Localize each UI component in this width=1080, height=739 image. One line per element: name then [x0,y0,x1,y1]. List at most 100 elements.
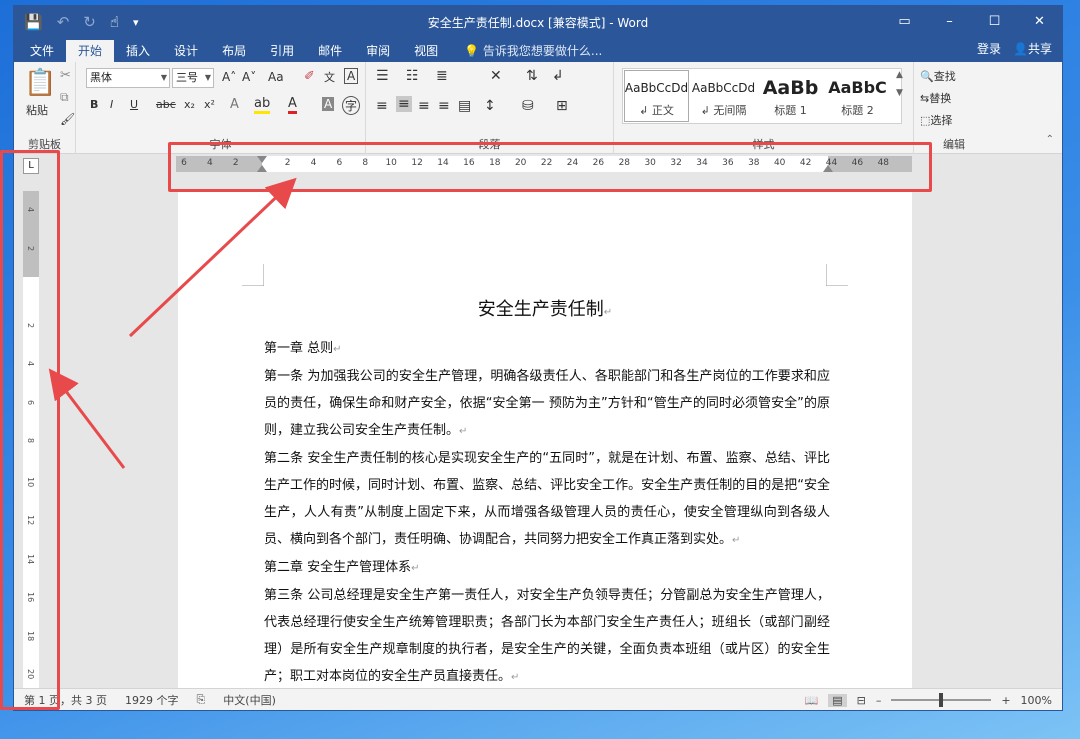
tab-1[interactable]: 开始 [66,40,115,62]
minimize-button[interactable]: – [927,6,972,38]
chapter-heading: 第二章 安全生产管理体系↵ [264,554,830,582]
style-normal[interactable]: AaBbCcDd ↲ 正文 [623,69,690,123]
gallery-up-icon[interactable]: ▲ [896,70,903,80]
numbering-icon[interactable]: ☷ [406,68,419,84]
read-mode-icon[interactable]: 📖 [805,694,819,707]
paragraph-text: 第一条 为加强我公司的安全生产管理，明确各级责任人、各职能部门和各生产岗位的工作… [264,369,830,438]
web-layout-icon[interactable]: ⊟ [857,694,866,707]
hanging-indent-marker[interactable] [257,165,267,172]
align-right-icon[interactable]: ≡ [418,98,430,114]
font-name-combo[interactable]: 黑体 ▼ [86,68,170,88]
line-spacing-icon[interactable]: ↕ [484,98,496,114]
editing-group: 🔍查找 ⇆替换 ⬚选择 编辑 [914,62,994,154]
language[interactable]: 中文(中国) [223,692,276,708]
login-link[interactable]: 登录 [977,38,1001,60]
document-title: 安全生产责任制↵ [178,295,912,321]
word-window: 💾 ↶ ↻ ☝ ▾ 安全生产责任制.docx [兼容模式] - Word ▭ –… [14,6,1062,710]
subscript-button[interactable]: x₂ [184,98,195,111]
ruler-tick-label: 2 [232,158,239,168]
tab-selector[interactable]: L [23,158,39,174]
strikethrough-button[interactable]: abc [156,98,176,111]
style-name: ↲ 无间隔 [700,104,747,117]
replace-button[interactable]: ⇆替换 [920,90,951,106]
show-marks-icon[interactable]: ↲ [552,68,564,84]
ruler-tick-label: 16 [463,158,475,168]
close-button[interactable]: ✕ [1017,6,1062,38]
ribbon-display-button[interactable]: ▭ [882,6,927,38]
highlight-icon[interactable]: ab [254,96,271,114]
shading-icon[interactable]: ⛁ [522,98,534,114]
borders-icon[interactable]: ⊞ [556,98,568,114]
align-center-icon[interactable]: ≡ [396,96,412,112]
maximize-button[interactable]: ☐ [972,6,1017,38]
zoom-level[interactable]: 100% [1021,694,1052,707]
bullets-icon[interactable]: ☰ [376,68,389,84]
chapter-heading: 第一章 总则↵ [264,335,830,363]
tab-0[interactable]: 文件 [18,40,66,62]
underline-button[interactable]: U [130,98,138,111]
paragraph-mark: ↵ [411,563,420,574]
ruler-tick-label: 4 [310,158,317,168]
tab-4[interactable]: 布局 [210,40,258,62]
align-left-icon[interactable]: ≡ [376,98,388,114]
superscript-button[interactable]: x² [204,98,215,111]
paragraph-mark: ↵ [603,307,613,318]
shrink-font-button[interactable]: A˅ [242,70,256,84]
change-case-button[interactable]: Aa [268,70,284,84]
document-body[interactable]: 第一章 总则↵ 第一条 为加强我公司的安全生产管理，明确各级责任人、各职能部门和… [264,335,830,691]
share-button[interactable]: 👤共享 [1013,38,1052,60]
grow-font-button[interactable]: A˄ [222,70,236,84]
find-button[interactable]: 🔍查找 [920,68,956,84]
tab-8[interactable]: 视图 [402,40,450,62]
text-effects-icon[interactable]: A [230,97,239,112]
style-preview: AaBbCcDd [624,81,689,95]
zoom-slider-thumb[interactable] [939,693,944,707]
zoom-out-button[interactable]: – [876,694,882,707]
font-size-combo[interactable]: 三号 ▼ [172,68,214,88]
clear-format-icon[interactable]: ✐ [304,69,315,84]
justify-icon[interactable]: ≡ [438,98,450,114]
paste-icon[interactable]: 📋 [24,68,56,98]
tab-2[interactable]: 插入 [114,40,162,62]
tab-6[interactable]: 邮件 [306,40,354,62]
char-shading-icon[interactable]: A [322,97,335,111]
zoom-in-button[interactable]: + [1001,694,1010,707]
paragraph-mark: ↵ [333,344,342,355]
document-page[interactable]: 安全生产责任制↵ 第一章 总则↵ 第一条 为加强我公司的安全生产管理，明确各级责… [178,190,912,690]
paragraph-text: 第一章 总则 [264,341,334,356]
format-painter-icon[interactable]: 🖌 [60,112,75,126]
cut-icon[interactable]: ✂ [60,68,71,83]
tab-3[interactable]: 设计 [162,40,210,62]
italic-button[interactable]: I [110,98,113,111]
zoom-slider[interactable] [891,693,992,707]
multilevel-list-icon[interactable]: ≣ [436,68,448,84]
proofing-icon[interactable]: ⎘ [196,693,205,707]
paste-label[interactable]: 粘贴 [26,102,48,118]
first-line-indent-marker[interactable] [257,156,267,163]
style-heading-2[interactable]: AaBbC 标题 2 [824,69,891,123]
print-layout-icon[interactable]: ▤ [828,693,847,707]
share-label: 共享 [1027,42,1052,56]
distributed-icon[interactable]: ▤ [458,98,471,114]
tab-5[interactable]: 引用 [258,40,306,62]
copy-icon[interactable]: ⧉ [60,90,69,105]
style-heading-1[interactable]: AaBb 标题 1 [757,69,824,123]
select-button[interactable]: ⬚选择 [920,112,952,128]
word-count[interactable]: 1929 个字 [125,692,179,708]
enclose-char-icon[interactable]: 字 [342,96,361,115]
page-count[interactable]: 第 1 页，共 3 页 [24,692,107,708]
style-no-spacing[interactable]: AaBbCcDd ↲ 无间隔 [690,69,757,123]
bold-button[interactable]: B [90,98,98,111]
phonetic-guide-icon[interactable]: 文 [324,69,335,85]
window-controls: ▭ – ☐ ✕ [882,6,1062,38]
collapse-ribbon-icon[interactable]: ⌃ [1046,134,1054,145]
tell-me-search[interactable]: 💡 告诉我您想要做什么... [464,40,602,62]
gallery-down-icon[interactable]: ▼ [896,88,903,98]
tab-7[interactable]: 审阅 [354,40,402,62]
sort-icon[interactable]: ⇅ [526,68,538,84]
vertical-ruler[interactable]: 4 2 2 4 6 8 10 12 14 16 18 20 [23,191,39,691]
chinese-layout-icon[interactable]: ✕ [490,68,502,84]
char-border-icon[interactable]: A [344,68,359,84]
font-color-icon[interactable]: A [288,96,297,114]
horizontal-ruler[interactable]: 6 4 2 2 4 6 8 10 12 14 16 18 20 22 24 26 28 30 32 34 36 38 40 4… [176,156,912,172]
